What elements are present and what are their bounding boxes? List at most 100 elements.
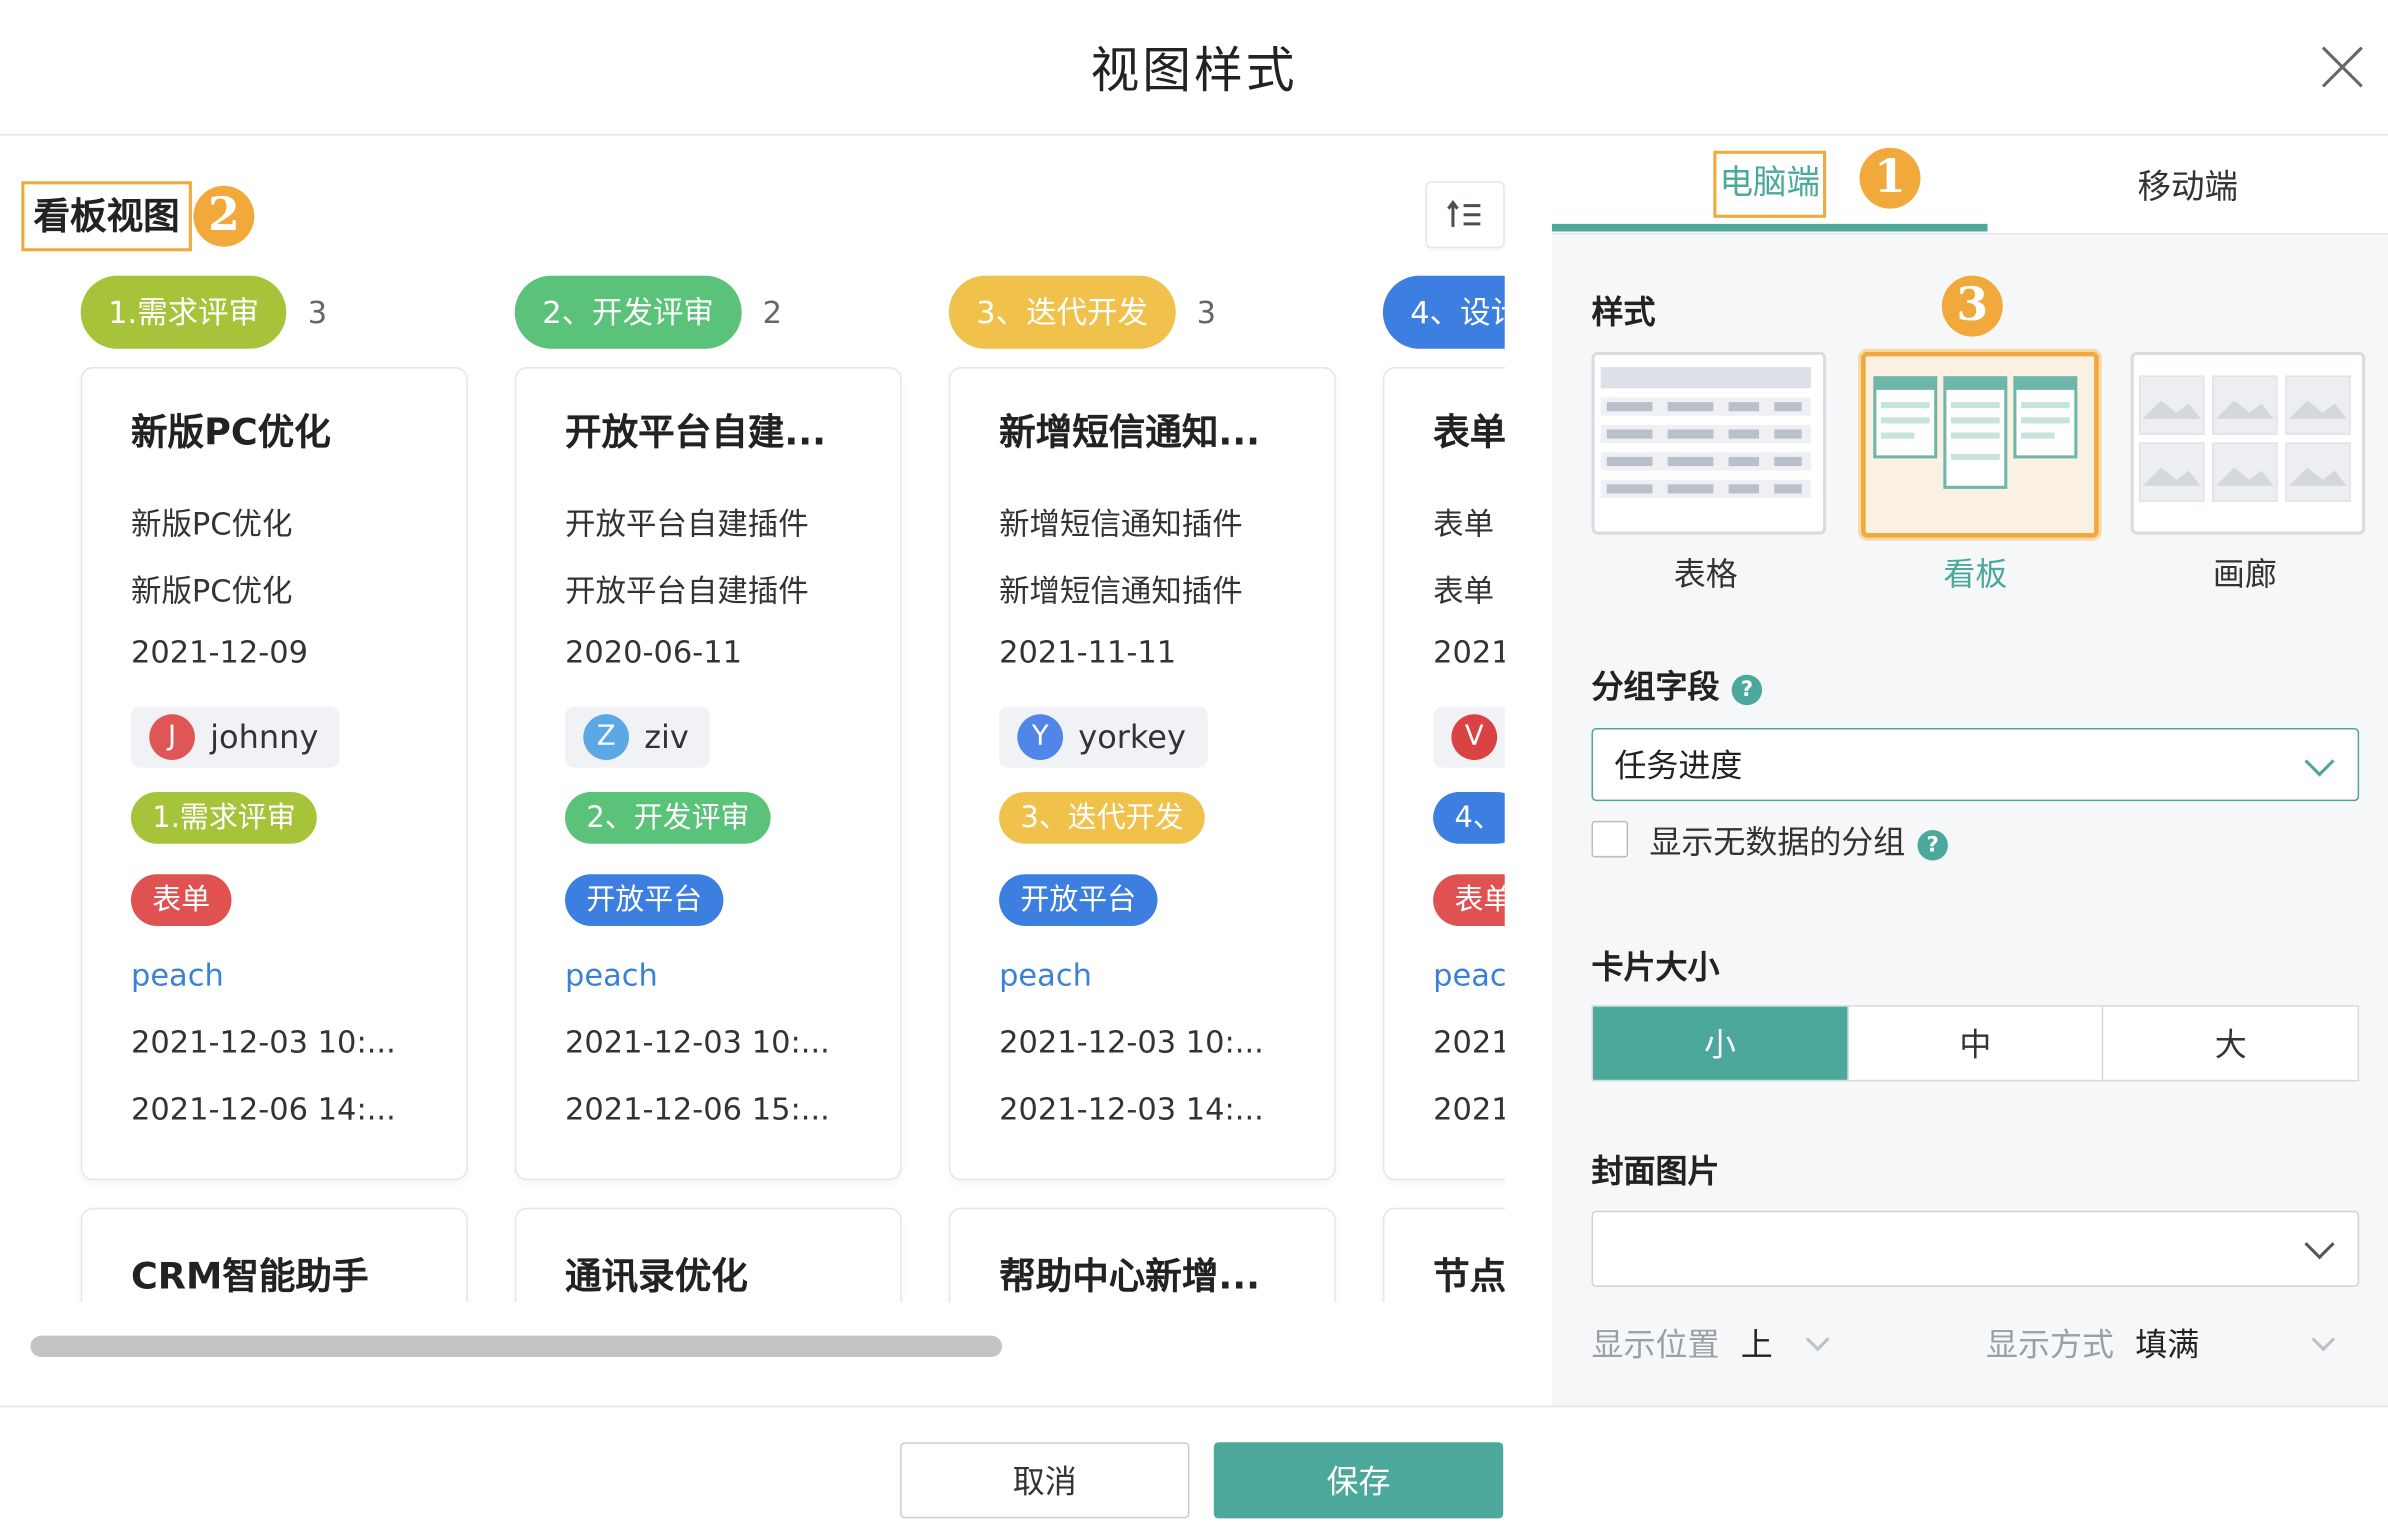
- kanban-preview: 看板视图 2 1.需求评审 3 新版PC优化 新版PC优化 新版PC优化 2021-12-…: [0, 135, 1551, 1406]
- card-field: 表单: [1433, 505, 1495, 543]
- style-option-kanban[interactable]: [1861, 351, 2099, 538]
- card-created-time: 2021-12-03 10:...: [565, 1023, 830, 1061]
- card-date: 2020-06-11: [565, 633, 743, 671]
- style-section-label: 样式: [1591, 293, 1656, 331]
- tab-mobile[interactable]: 移动端: [1988, 136, 2388, 233]
- dialog-title: 视图样式: [1090, 41, 1298, 99]
- kanban-card[interactable]: 节点: [1382, 1207, 1505, 1303]
- card-size-large-button[interactable]: 大: [2102, 1006, 2357, 1080]
- card-created-time: 2021: [1433, 1023, 1505, 1061]
- card-updated-time: 2021: [1433, 1090, 1505, 1128]
- group-tag: 1.需求评审: [80, 275, 287, 349]
- card-title: 通讯录优化: [565, 1254, 748, 1298]
- display-position-field[interactable]: 显示位置 上: [1592, 1320, 1830, 1366]
- style-option-table[interactable]: [1591, 351, 1827, 535]
- card-updated-time: 2021-12-06 14:...: [130, 1090, 396, 1128]
- style-option-table-label: 表格: [1673, 555, 1738, 593]
- card-size-small-button[interactable]: 小: [1593, 1006, 1847, 1080]
- group-count: 3: [307, 293, 328, 331]
- card-created-time: 2021-12-03 10:...: [999, 1023, 1264, 1061]
- kanban-card[interactable]: 新版PC优化 新版PC优化 新版PC优化 2021-12-09 Jjohnny 1.需求评…: [80, 367, 468, 1181]
- kanban-card[interactable]: CRM智能助手: [80, 1207, 468, 1303]
- card-owner: peac: [1433, 956, 1505, 993]
- cancel-button[interactable]: 取消: [900, 1442, 1190, 1519]
- sort-button[interactable]: [1425, 181, 1505, 249]
- group-field-label: 分组字段?: [1592, 663, 1763, 709]
- kanban-card[interactable]: 开放平台自建... 开放平台自建插件 开放平台自建插件 2020-06-11 Zziv 2…: [514, 367, 902, 1181]
- chevron-down-icon: [2311, 1326, 2336, 1351]
- show-empty-groups-label: 显示无数据的分组?: [1649, 818, 1948, 864]
- help-icon[interactable]: ?: [1917, 830, 1948, 861]
- stage-tag: 1.需求评审: [130, 791, 317, 844]
- avatar: J: [149, 714, 195, 760]
- group-field-value: 任务进度: [1614, 747, 1743, 785]
- group-count: 3: [1196, 293, 1217, 331]
- type-tag: 表单: [1433, 874, 1505, 926]
- user-name: ziv: [644, 718, 689, 756]
- help-icon[interactable]: ?: [1731, 674, 1763, 706]
- kanban-card[interactable]: 表单表单表单2021V4、表单peac20212021: [1382, 367, 1505, 1181]
- cover-image-select[interactable]: [1591, 1210, 2360, 1287]
- type-tag: 开放平台: [565, 874, 724, 926]
- gallery-thumbnail-icon: [2133, 354, 2357, 526]
- card-field: 新增短信通知插件: [999, 505, 1243, 543]
- card-date: 2021: [1433, 633, 1505, 671]
- callout-badge-1: 1: [1859, 147, 1921, 209]
- column-header: 1.需求评审 3: [80, 275, 465, 349]
- group-tag: 3、迭代开发: [948, 275, 1176, 349]
- show-empty-groups-checkbox[interactable]: [1591, 820, 1629, 858]
- view-title: 看板视图: [21, 181, 192, 252]
- card-owner: peach: [565, 956, 658, 993]
- avatar: Z: [583, 714, 629, 760]
- chevron-down-icon: [2304, 746, 2335, 777]
- save-button[interactable]: 保存: [1213, 1442, 1504, 1519]
- horizontal-scrollbar[interactable]: [30, 1335, 1003, 1357]
- card-owner: peach: [999, 956, 1092, 993]
- card-field: 表单: [1433, 572, 1495, 610]
- card-field: 开放平台自建插件: [565, 572, 809, 610]
- user-chip: Jjohnny: [130, 706, 340, 768]
- sort-icon: [1447, 200, 1481, 227]
- kanban-card[interactable]: 帮助中心新增...: [948, 1207, 1336, 1303]
- stage-tag: 3、迭代开发: [999, 791, 1205, 844]
- dialog-footer: 取消 保存: [0, 1405, 2388, 1534]
- settings-panel: 电脑端 1 移动端 样式 3 表格 看板 画廊 分组字段 ? 任务进度 显示无数…: [1551, 135, 2388, 1406]
- avatar: V: [1451, 714, 1498, 760]
- card-size-medium-button[interactable]: 中: [1846, 1006, 2102, 1080]
- group-field-label-text: 分组字段: [1591, 668, 1720, 706]
- kanban-column: 1.需求评审 3 新版PC优化 新版PC优化 新版PC优化 2021-12-09 Jjohn…: [80, 275, 468, 1303]
- device-tabs: 电脑端 1 移动端: [1551, 135, 2388, 235]
- kanban-column: 2、开发评审 2 开放平台自建... 开放平台自建插件 开放平台自建插件 2020-06-…: [514, 275, 902, 1303]
- card-owner: peach: [130, 956, 224, 993]
- kanban-card[interactable]: 新增短信通知... 新增短信通知插件 新增短信通知插件 2021-11-11 Yyork…: [948, 367, 1336, 1181]
- group-field-select[interactable]: 任务进度: [1591, 727, 2360, 802]
- group-count: 2: [762, 293, 783, 331]
- card-field: 开放平台自建插件: [565, 505, 809, 543]
- card-title: 表单: [1433, 411, 1505, 454]
- column-header: 3、迭代开发 3: [948, 275, 1333, 349]
- kanban-column: 3、迭代开发 3 新增短信通知... 新增短信通知插件 新增短信通知插件 2021-11-…: [948, 275, 1336, 1303]
- tab-desktop[interactable]: 电脑端: [1552, 136, 1988, 233]
- cover-image-label: 封面图片: [1591, 1152, 1720, 1190]
- user-chip: Yyorkey: [999, 706, 1208, 768]
- style-option-gallery[interactable]: [2130, 351, 2366, 535]
- card-date: 2021-11-11: [999, 633, 1177, 671]
- style-option-kanban-label: 看板: [1943, 555, 2008, 593]
- card-title: 开放平台自建...: [565, 411, 827, 454]
- card-title: 帮助中心新增...: [999, 1254, 1261, 1298]
- kanban-card[interactable]: 通讯录优化: [514, 1207, 902, 1303]
- display-mode-field[interactable]: 显示方式 填满: [1986, 1320, 2336, 1366]
- group-tag: 4、设计: [1382, 275, 1505, 349]
- user-chip: V: [1433, 706, 1505, 768]
- stage-tag: 4、: [1433, 791, 1505, 844]
- user-chip: Zziv: [565, 706, 711, 768]
- card-title: CRM智能助手: [130, 1254, 369, 1298]
- table-thumbnail-icon: [1594, 354, 1817, 526]
- chevron-down-icon: [1805, 1326, 1830, 1351]
- close-icon[interactable]: [2312, 37, 2373, 98]
- board-viewport[interactable]: 1.需求评审 3 新版PC优化 新版PC优化 新版PC优化 2021-12-09 Jjohn…: [0, 275, 1505, 1303]
- user-name: yorkey: [1078, 718, 1186, 756]
- card-field: 新版PC优化: [130, 572, 293, 610]
- view-style-dialog: 视图样式 看板视图 2 1.需求评审 3 新版PC优化 新版PC优化 新版PC优化 202…: [0, 0, 2388, 1534]
- column-header: 4、设计: [1382, 275, 1505, 349]
